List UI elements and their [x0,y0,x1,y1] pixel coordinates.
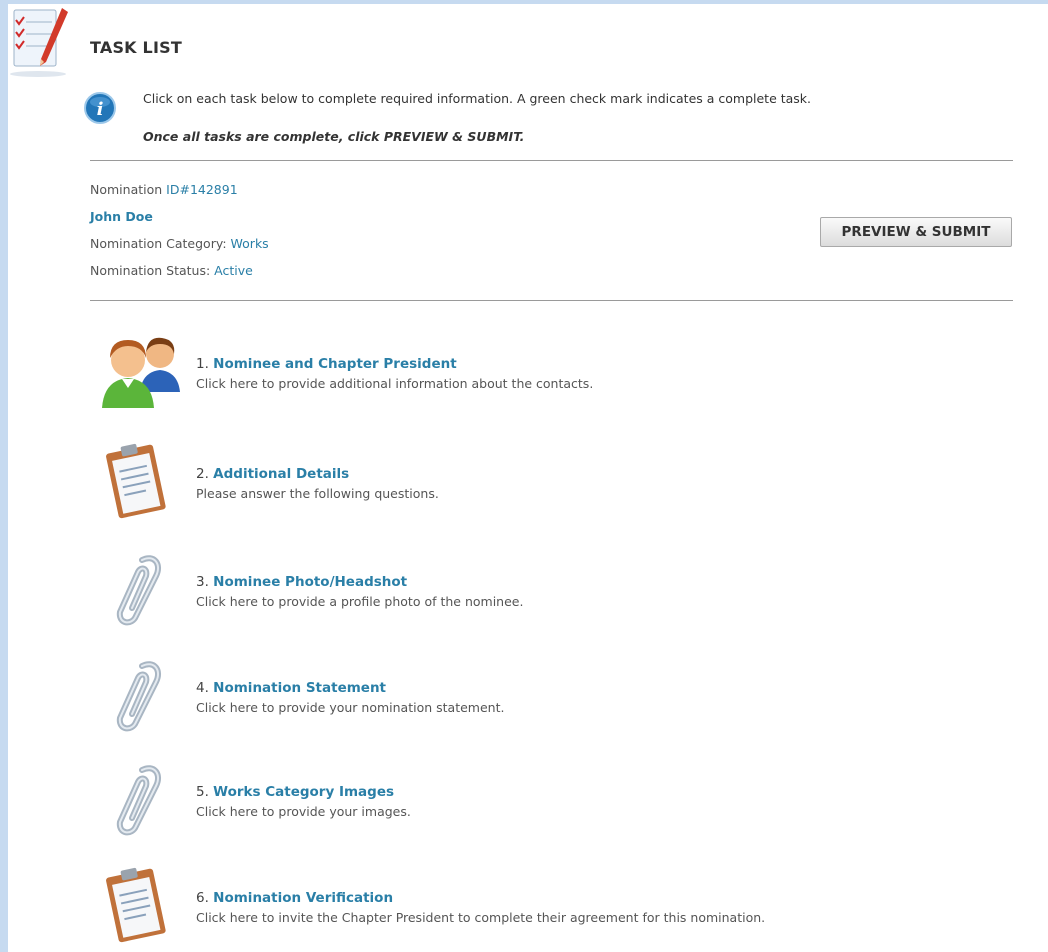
paperclip-icon [116,765,162,836]
task-link[interactable]: Additional Details [213,466,349,482]
task-description: Please answer the following questions. [196,486,439,501]
task-title: 4. Nomination Statement [196,680,387,696]
nomination-category-value[interactable]: Works [231,236,269,251]
task-link[interactable]: Nominee Photo/Headshot [213,574,407,590]
task-list-panel: TASK LIST i Click on each task below to … [8,4,1048,952]
nomination-status-value: Active [214,263,253,278]
task-item-2[interactable]: 2. Additional Details Please answer the … [98,442,998,522]
nominee-name[interactable]: John Doe [90,209,153,224]
task-title: 1. Nominee and Chapter President [196,356,457,372]
task-title: 5. Works Category Images [196,784,395,800]
task-link[interactable]: Nominee and Chapter President [213,356,457,372]
task-link[interactable]: Works Category Images [213,784,394,800]
nomination-id-value[interactable]: ID#142891 [166,182,238,197]
task-item-6[interactable]: 6. Nomination Verification Click here to… [98,866,998,946]
instructions-note: Once all tasks are complete, click PREVI… [143,129,525,144]
task-description: Click here to invite the Chapter Preside… [196,910,766,925]
page-title: TASK LIST [90,38,182,57]
paperclip-icon [116,661,162,732]
task-description: Click here to provide a profile photo of… [196,594,524,609]
divider [90,300,1013,301]
preview-submit-button[interactable]: PREVIEW & SUBMIT [820,217,1012,247]
task-link[interactable]: Nomination Verification [213,890,393,906]
task-description: Click here to provide your images. [196,804,411,819]
checklist-icon [10,8,68,77]
task-item-4[interactable]: 4. Nomination Statement Click here to pr… [98,656,998,736]
task-title: 2. Additional Details [196,466,350,482]
clipboard-icon [106,443,166,519]
svg-text:i: i [97,99,104,120]
instructions-text: Click on each task below to complete req… [143,91,812,106]
task-description: Click here to provide your nomination st… [196,700,505,715]
task-item-3[interactable]: 3. Nominee Photo/Headshot Click here to … [98,550,998,630]
people-icon [102,337,180,408]
nomination-id: Nomination ID#142891 [90,182,238,197]
nomination-status: Nomination Status: Active [90,263,253,278]
task-link[interactable]: Nomination Statement [213,680,386,696]
clipboard-icon [106,867,166,943]
task-item-5[interactable]: 5. Works Category Images Click here to p… [98,760,998,840]
task-description: Click here to provide additional informa… [196,376,594,391]
task-title: 3. Nominee Photo/Headshot [196,574,408,590]
paperclip-icon [116,555,162,626]
info-icon: i [84,92,116,124]
task-item-1[interactable]: 1. Nominee and Chapter President Click h… [98,332,998,412]
divider [90,160,1013,161]
nomination-category: Nomination Category: Works [90,236,269,251]
task-title: 6. Nomination Verification [196,890,394,906]
